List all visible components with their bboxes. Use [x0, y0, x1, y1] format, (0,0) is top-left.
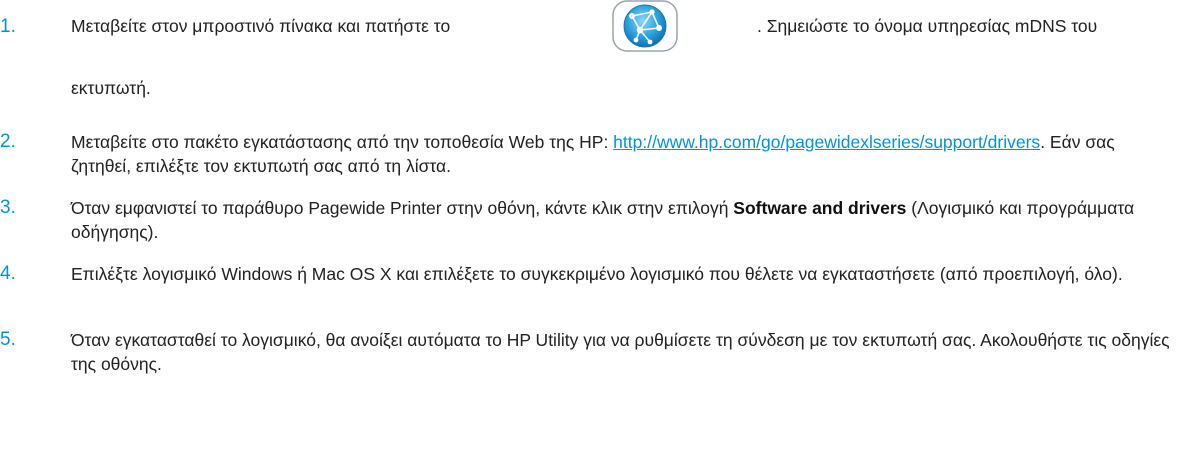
step-text: Όταν εμφανιστεί το παράθυρο Pagewide Pri…	[71, 196, 1176, 244]
step-text-segment: Όταν εμφανιστεί το παράθυρο Pagewide Pri…	[71, 198, 734, 218]
step-number: 5.	[0, 329, 16, 350]
step-text-segment: Μεταβείτε στο πακέτο εγκατάστασης από τη…	[71, 132, 614, 152]
step-text: Επιλέξτε λογισμικό Windows ή Mac OS X κα…	[71, 264, 1123, 284]
step-text: Μεταβείτε στον μπροστινό πίνακα και πατή…	[71, 16, 451, 36]
network-globe-icon	[612, 0, 678, 52]
software-and-drivers-label: Software and drivers	[733, 198, 907, 218]
drivers-link[interactable]: http://www.hp.com/go/pagewidexlseries/su…	[613, 132, 1040, 152]
step-number: 3.	[0, 197, 16, 218]
step-number: 2.	[0, 131, 16, 152]
step-text: Μεταβείτε στο πακέτο εγκατάστασης από τη…	[71, 130, 1176, 178]
step-text: . Σημειώστε το όνομα υπηρεσίας mDNS του	[757, 16, 1098, 36]
step-text: εκτυπωτή.	[71, 78, 151, 98]
step-number: 4.	[0, 263, 16, 284]
step-text: Όταν εγκατασταθεί το λογισμικό, θα ανοίξ…	[71, 330, 1170, 374]
step-number: 1.	[0, 16, 16, 37]
step-1: 1. Μεταβείτε στον μπροστινό πίνακα και π…	[0, 0, 1186, 110]
step-text-line: Μεταβείτε στον μπροστινό πίνακα και πατή…	[71, 16, 1097, 37]
